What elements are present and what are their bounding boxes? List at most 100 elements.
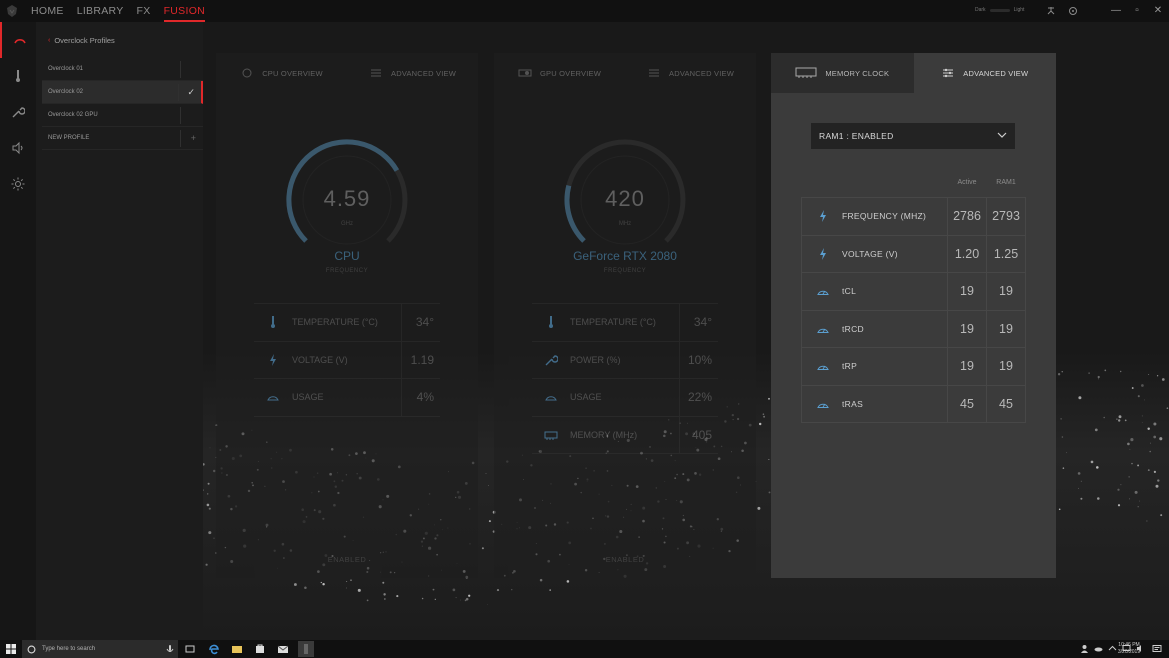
speedometer-icon — [267, 396, 279, 401]
tab-memory-advanced[interactable]: ADVANCED VIEW — [913, 53, 1056, 93]
memory-row: FREQUENCY (MHZ) 2786 2793 — [802, 198, 1026, 236]
stat-row: USAGE 4% — [254, 379, 440, 417]
theme-light-label: Light — [1013, 7, 1025, 13]
gpu-panel: GPU OVERVIEW ADVANCED VIEW 420 MHz GeFor… — [494, 53, 756, 578]
tab-label: ADVANCED VIEW — [963, 68, 1029, 78]
nav-home[interactable]: HOME — [31, 0, 64, 22]
edge-browser-icon[interactable] — [206, 641, 222, 657]
theme-toggle[interactable]: Dark Light — [975, 7, 1024, 13]
rail-audio[interactable] — [0, 130, 36, 166]
memory-ram1-value[interactable]: 2793 — [987, 198, 1026, 235]
memory-ram1-value[interactable]: 19 — [987, 310, 1026, 347]
notification-icon[interactable] — [1152, 644, 1162, 654]
title-bar: HOME LIBRARY FX FUSION Dark Light — ▫ ✕ — [0, 0, 1169, 22]
stat-row: MEMORY (MHz) 405 — [532, 416, 718, 454]
profile-label: Overclock 02 GPU — [48, 112, 98, 118]
cpu-tabs: CPU OVERVIEW ADVANCED VIEW — [216, 53, 478, 93]
stat-row: USAGE 22% — [532, 379, 718, 417]
profiles-title: Overclock Profiles — [54, 35, 115, 45]
memory-row-label: tRAS — [842, 398, 864, 409]
taskbar-search[interactable]: Type here to search — [22, 640, 178, 658]
chevron-down-icon — [997, 132, 1007, 138]
windows-start-icon[interactable] — [6, 644, 16, 654]
column-header-active: Active — [957, 179, 977, 186]
profile-item-overclock-01[interactable]: Overclock 01 — [42, 58, 203, 81]
minimize-button[interactable]: — — [1107, 2, 1125, 20]
profile-item-overclock-02-gpu[interactable]: Overclock 02 GPU — [42, 104, 203, 127]
tab-label: GPU OVERVIEW — [539, 68, 602, 78]
profile-item-overclock-02[interactable]: Overclock 02 ✓ — [42, 81, 203, 104]
clock-time: 10:46 PM — [1118, 642, 1140, 648]
thermometer-icon — [16, 70, 20, 82]
nav-fusion[interactable]: FUSION — [163, 0, 206, 22]
cpu-gauge-caption: FREQUENCY — [325, 268, 369, 274]
people-icon[interactable] — [1080, 644, 1089, 653]
back-arrow-icon[interactable]: ‹ — [48, 37, 50, 44]
stat-value: 4% — [416, 390, 434, 405]
memory-ram1-value[interactable]: 19 — [987, 348, 1026, 385]
column-header-ram1: RAM1 — [996, 179, 1016, 186]
microphone-icon[interactable] — [162, 641, 178, 657]
speaker-icon — [12, 141, 23, 155]
gpu-enabled-toggle[interactable]: ENABLED — [494, 555, 756, 564]
gpu-name: GeForce RTX 2080 — [573, 249, 677, 263]
memory-row-label-cell: tRCD — [802, 310, 948, 347]
mail-icon[interactable] — [275, 641, 291, 657]
stat-row: TEMPERATURE (°C) 34° — [532, 304, 718, 342]
rail-tools[interactable] — [0, 94, 36, 130]
rail-lighting[interactable] — [0, 166, 36, 202]
cortana-icon — [27, 645, 36, 653]
plus-icon[interactable]: + — [191, 127, 196, 150]
tab-cpu-overview[interactable]: CPU OVERVIEW — [216, 53, 347, 93]
theme-switch[interactable] — [989, 8, 1010, 12]
new-profile-button[interactable]: NEW PROFILE + — [42, 127, 203, 150]
memory-row-label-cell: tCL — [802, 273, 948, 310]
memory-ram1-value[interactable]: 19 — [987, 273, 1026, 310]
cpu-enabled-toggle[interactable]: ENABLED — [216, 555, 478, 564]
file-explorer-icon[interactable] — [229, 641, 245, 657]
app-logo-icon — [7, 5, 17, 17]
stat-value: 1.19 — [410, 352, 434, 367]
close-button[interactable]: ✕ — [1149, 2, 1167, 20]
ram-select-value: RAM1 : ENABLED — [819, 131, 894, 141]
tab-gpu-advanced[interactable]: ADVANCED VIEW — [625, 53, 756, 93]
nav-fx[interactable]: FX — [137, 0, 151, 22]
lightning-icon — [820, 247, 826, 260]
memory-ram1-value[interactable]: 1.25 — [987, 235, 1026, 272]
stat-label: USAGE — [570, 392, 602, 403]
memory-timings-table: FREQUENCY (MHZ) 2786 2793 VOLTAGE (V) 1.20 1.… — [801, 197, 1026, 423]
taskbar-clock[interactable]: 10:46 PM 3/20/2019 — [1112, 642, 1146, 656]
memory-module-icon — [795, 67, 817, 78]
thermometer-icon — [549, 316, 553, 329]
armoury-app-icon[interactable] — [298, 641, 314, 657]
sliders-icon — [649, 69, 659, 77]
rail-overclock[interactable] — [0, 22, 36, 58]
thermometer-icon — [271, 316, 275, 329]
memory-active-value: 19 — [948, 273, 987, 310]
memory-panel: MEMORY CLOCK ADVANCED VIEW RAM1 : ENABLE… — [771, 53, 1056, 578]
rail-temperature[interactable] — [0, 58, 36, 94]
memory-ram1-value[interactable]: 45 — [987, 385, 1026, 422]
lightning-icon — [270, 353, 276, 366]
task-view-icon[interactable] — [182, 641, 198, 657]
taskbar: Type here to search 10:46 PM 3/20/2019 — [0, 640, 1169, 658]
onedrive-icon[interactable] — [1094, 644, 1103, 653]
memory-active-value: 19 — [948, 310, 987, 347]
ram-select[interactable]: RAM1 : ENABLED — [811, 123, 1015, 149]
memory-card-icon — [544, 431, 558, 440]
memory-row: tRP 19 19 — [802, 348, 1026, 386]
maximize-button[interactable]: ▫ — [1128, 2, 1146, 20]
new-profile-label: NEW PROFILE — [48, 135, 90, 141]
tab-label: MEMORY CLOCK — [825, 68, 890, 78]
divider — [180, 61, 181, 78]
tab-cpu-advanced[interactable]: ADVANCED VIEW — [347, 53, 478, 93]
tab-gpu-overview[interactable]: GPU OVERVIEW — [494, 53, 625, 93]
cpu-panel: CPU OVERVIEW ADVANCED VIEW 4.59 GHz CPU … — [216, 53, 478, 578]
nav-library[interactable]: LIBRARY — [77, 0, 124, 22]
divider — [180, 107, 181, 124]
network-icon[interactable] — [1045, 5, 1057, 17]
settings-icon[interactable] — [1067, 5, 1079, 17]
tab-memory-clock[interactable]: MEMORY CLOCK — [771, 53, 914, 93]
store-icon[interactable] — [252, 641, 268, 657]
memory-active-value: 1.20 — [948, 235, 987, 272]
